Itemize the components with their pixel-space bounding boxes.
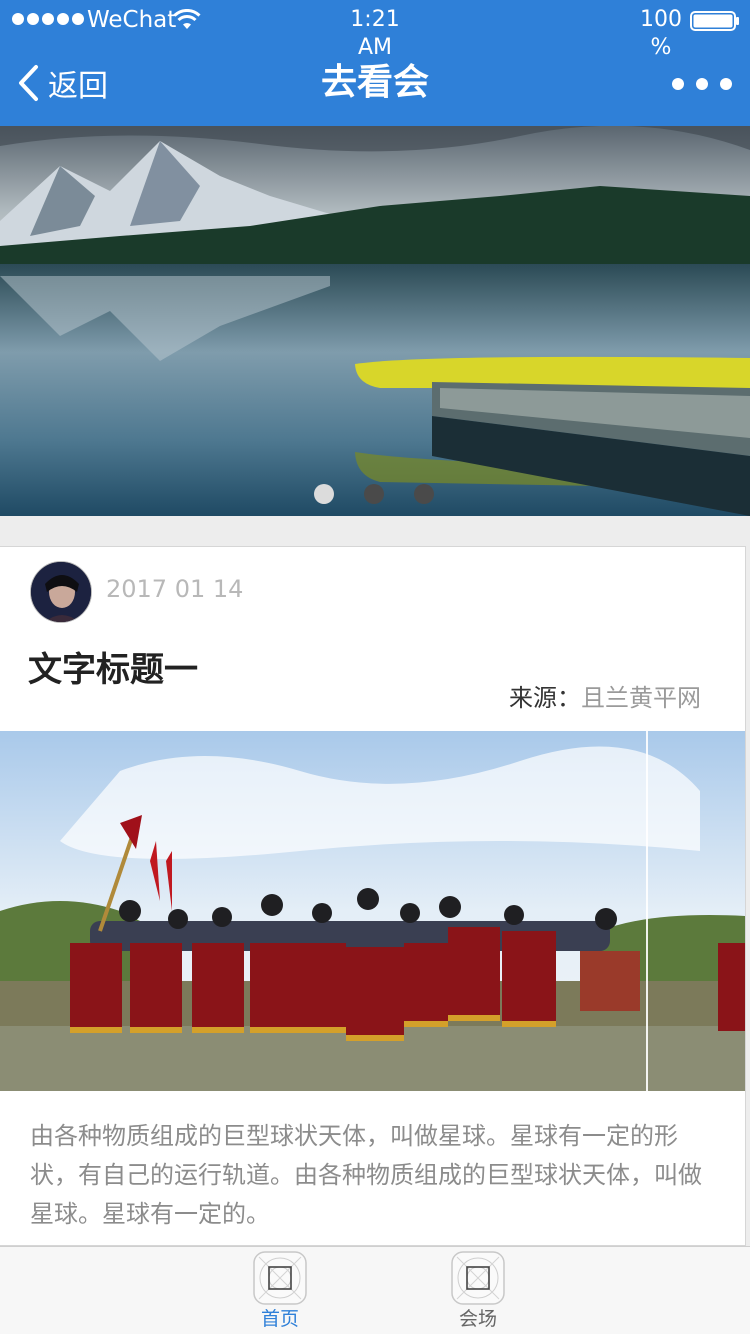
article-photo[interactable] (0, 731, 745, 1091)
banner-image (0, 126, 750, 516)
tab-home[interactable]: 首页 (240, 1249, 320, 1333)
header: WeChat 1:21 AM 100 % 返回 去看会 (0, 0, 750, 126)
tab-venue-label: 会场 (458, 1308, 497, 1330)
signal-strength-icon (12, 13, 84, 25)
source-label: 来源： (509, 684, 581, 712)
chevron-left-icon (19, 65, 38, 101)
carousel-indicators (314, 484, 434, 504)
battery-icon (690, 11, 739, 31)
tab-home-label: 首页 (260, 1308, 299, 1330)
carrier-name: WeChat (87, 7, 177, 33)
tab-placeholder-icon (451, 1251, 505, 1305)
article-source: 来源：且兰黄平网 (509, 681, 701, 715)
page-title: 去看会 (320, 62, 429, 103)
status-bar: WeChat 1:21 AM 100 % (0, 0, 750, 60)
article-card[interactable]: 2017 01 14 文字标题一 来源：且兰黄平网 由各种物质组成的巨型球状天体… (0, 546, 746, 1246)
carousel-dot[interactable] (414, 484, 434, 504)
carousel-dot[interactable] (314, 484, 334, 504)
article-body: 由各种物质组成的巨型球状天体，叫做星球。星球有一定的形状，有自己的运行轨道。由各… (30, 1122, 702, 1228)
wifi-icon (173, 9, 201, 29)
battery-percent: 100 % (640, 7, 682, 60)
article-title[interactable]: 文字标题一 (28, 647, 198, 693)
tab-bar: 首页 会场 (0, 1246, 750, 1334)
banner-carousel[interactable] (0, 126, 750, 516)
post-date: 2017 01 14 (106, 575, 244, 603)
back-button[interactable]: 返回 (16, 60, 108, 106)
tab-placeholder-icon (253, 1251, 307, 1305)
clock: 1:21 AM (350, 7, 400, 60)
carousel-dot[interactable] (364, 484, 384, 504)
more-options-icon[interactable] (672, 72, 732, 96)
avatar[interactable] (30, 561, 92, 623)
tab-venue[interactable]: 会场 (438, 1249, 518, 1333)
source-value: 且兰黄平网 (581, 684, 701, 712)
back-label: 返回 (48, 69, 108, 104)
article-image (0, 731, 745, 1091)
